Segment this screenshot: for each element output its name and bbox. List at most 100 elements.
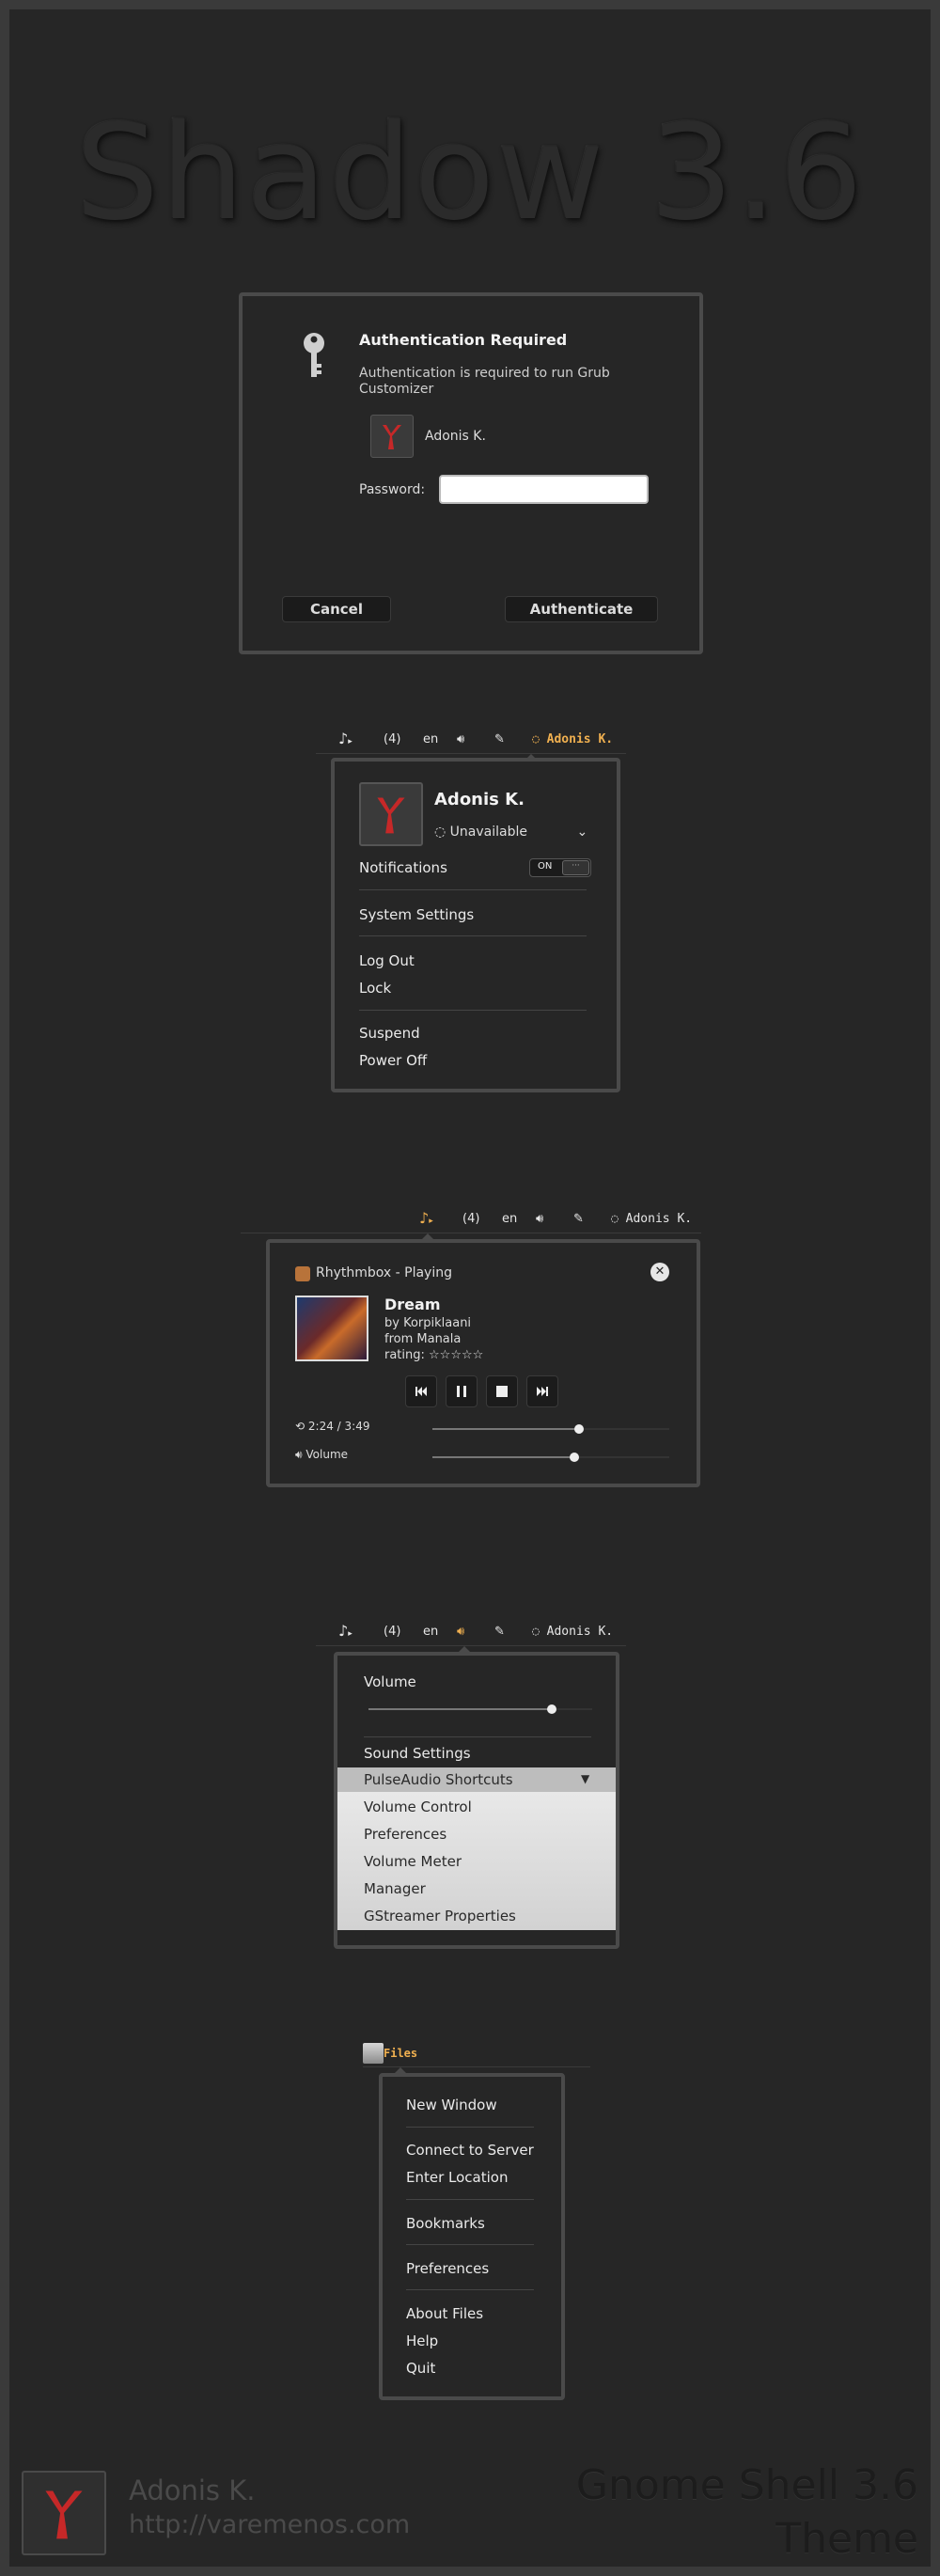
password-field[interactable] <box>439 475 649 504</box>
chat-status-icon: ◌ <box>434 825 446 840</box>
topbar-underline <box>316 1645 626 1646</box>
stop-icon <box>496 1386 508 1397</box>
volume-fill <box>368 1708 552 1710</box>
next-button[interactable] <box>526 1375 558 1407</box>
top-bar: ♪▸ (4) en 🔊︎ ✎ ◌ Adonis K. <box>414 1206 705 1234</box>
menu-item-log-out[interactable]: Log Out <box>359 952 415 969</box>
password-label: Password: <box>359 482 426 497</box>
volume-icon[interactable]: 🔊︎ <box>457 1625 464 1639</box>
user-menu-avatar <box>359 782 423 846</box>
previous-icon <box>415 1387 427 1396</box>
stop-button[interactable] <box>486 1375 518 1407</box>
next-icon <box>537 1387 548 1396</box>
chat-icon: ◌ <box>532 1625 540 1639</box>
volume-icon[interactable]: 🔊︎ <box>536 1212 543 1226</box>
volume-icon[interactable]: 🔊︎ <box>457 732 464 746</box>
files-menu <box>379 2073 565 2400</box>
song-title: Dream <box>384 1296 441 1313</box>
top-bar: ♪▸ (4) en 🔊︎ ✎ ◌ Adonis K. <box>325 727 626 755</box>
footer-name: Adonis K. <box>129 2474 256 2506</box>
menu-item-volume-meter[interactable]: Volume Meter <box>364 1853 462 1870</box>
menu-item-suspend[interactable]: Suspend <box>359 1025 420 1042</box>
menu-item-help[interactable]: Help <box>406 2333 438 2349</box>
toggle-on-label: ON <box>538 861 553 872</box>
menu-item-gstreamer-properties[interactable]: GStreamer Properties <box>364 1908 516 1924</box>
divider <box>359 935 587 936</box>
topbar-user[interactable]: ◌ Adonis K. <box>532 1625 613 1639</box>
repeat-icon: ⟲ <box>295 1420 306 1433</box>
menu-item-preferences[interactable]: Preferences <box>364 1826 446 1843</box>
message-count[interactable]: (4) <box>462 1212 479 1226</box>
page-title: Shadow 3.6 <box>75 97 865 250</box>
menu-item-power-off[interactable]: Power Off <box>359 1052 427 1069</box>
menu-item-bookmarks[interactable]: Bookmarks <box>406 2215 485 2232</box>
auth-message-line1: Authentication is required to run Grub <box>359 366 610 381</box>
cancel-button[interactable]: Cancel <box>282 596 391 622</box>
player-volume-fill <box>432 1456 574 1458</box>
logo-icon <box>383 425 401 449</box>
user-menu-name: Adonis K. <box>434 790 525 809</box>
keyboard-layout[interactable]: en <box>423 732 438 746</box>
player-volume-knob[interactable] <box>570 1453 579 1462</box>
files-app-button[interactable]: Files <box>363 2043 419 2064</box>
rhythmbox-icon <box>295 1266 310 1281</box>
menu-item-volume-control[interactable]: Volume Control <box>364 1798 472 1815</box>
pause-icon <box>457 1386 466 1397</box>
avatar <box>370 415 414 458</box>
keyboard-layout[interactable]: en <box>502 1212 517 1226</box>
auth-message-line2: Customizer <box>359 382 434 397</box>
song-rating[interactable]: rating: ☆☆☆☆☆ <box>384 1348 483 1362</box>
footer-theme-line2: Theme <box>776 2515 918 2563</box>
network-icon[interactable]: ✎ <box>494 732 505 746</box>
notifications-label: Notifications <box>359 859 447 876</box>
notifications-toggle[interactable]: ON ··· <box>529 858 591 877</box>
pulseaudio-shortcuts-header[interactable]: PulseAudio Shortcuts ▼ <box>337 1767 616 1792</box>
top-bar: ♪▸ (4) en 🔊︎ ✎ ◌ Adonis K. <box>325 1619 626 1647</box>
menu-item-enter-location[interactable]: Enter Location <box>406 2169 508 2186</box>
authenticate-button[interactable]: Authenticate <box>505 596 658 622</box>
divider <box>406 2244 534 2245</box>
menu-item-preferences[interactable]: Preferences <box>406 2260 489 2277</box>
music-note-icon[interactable]: ♪▸ <box>338 730 352 747</box>
volume-knob[interactable] <box>547 1704 556 1714</box>
status-selector[interactable]: ◌ Unavailable ⌄ <box>434 825 588 840</box>
volume-label: Volume <box>364 1673 416 1690</box>
menu-item-manager[interactable]: Manager <box>364 1880 426 1897</box>
menu-item-new-window[interactable]: New Window <box>406 2097 497 2113</box>
player-header: Rhythmbox - Playing <box>316 1265 452 1280</box>
keyboard-layout[interactable]: en <box>423 1625 438 1639</box>
network-icon[interactable]: ✎ <box>573 1212 584 1226</box>
close-button[interactable]: ✕ <box>650 1263 669 1281</box>
menu-item-sound-settings[interactable]: Sound Settings <box>364 1745 471 1762</box>
triangle-down-icon: ▼ <box>581 1772 590 1785</box>
divider <box>359 1010 587 1011</box>
time-readout: ⟲ 2:24 / 3:49 <box>295 1420 370 1433</box>
progress-knob[interactable] <box>574 1424 584 1434</box>
topbar-user[interactable]: ◌ Adonis K. <box>532 732 613 746</box>
menu-item-lock[interactable]: Lock <box>359 980 391 997</box>
message-count[interactable]: (4) <box>384 732 400 746</box>
progress-fill <box>432 1428 579 1430</box>
menu-item-system-settings[interactable]: System Settings <box>359 906 474 923</box>
previous-button[interactable] <box>405 1375 437 1407</box>
menu-item-quit[interactable]: Quit <box>406 2360 435 2377</box>
chevron-down-icon: ⌄ <box>576 825 588 840</box>
logo-icon <box>45 2490 83 2539</box>
logo-icon <box>377 797 405 834</box>
chat-icon: ◌ <box>532 732 540 746</box>
music-note-icon[interactable]: ♪▸ <box>338 1622 352 1640</box>
topbar-underline <box>316 753 626 754</box>
footer-url[interactable]: http://varemenos.com <box>129 2510 410 2539</box>
message-count[interactable]: (4) <box>384 1625 400 1639</box>
pause-button[interactable] <box>446 1375 478 1407</box>
divider <box>406 2199 534 2200</box>
auth-user-name: Adonis K. <box>425 429 486 444</box>
toggle-handle: ··· <box>562 860 589 875</box>
divider <box>406 2127 534 2128</box>
network-icon[interactable]: ✎ <box>494 1625 505 1639</box>
menu-item-about-files[interactable]: About Files <box>406 2305 483 2322</box>
music-note-icon[interactable]: ♪▸ <box>419 1209 433 1227</box>
topbar-user[interactable]: ◌ Adonis K. <box>611 1212 692 1226</box>
menu-item-connect-to-server[interactable]: Connect to Server <box>406 2142 534 2159</box>
divider <box>364 1736 591 1737</box>
